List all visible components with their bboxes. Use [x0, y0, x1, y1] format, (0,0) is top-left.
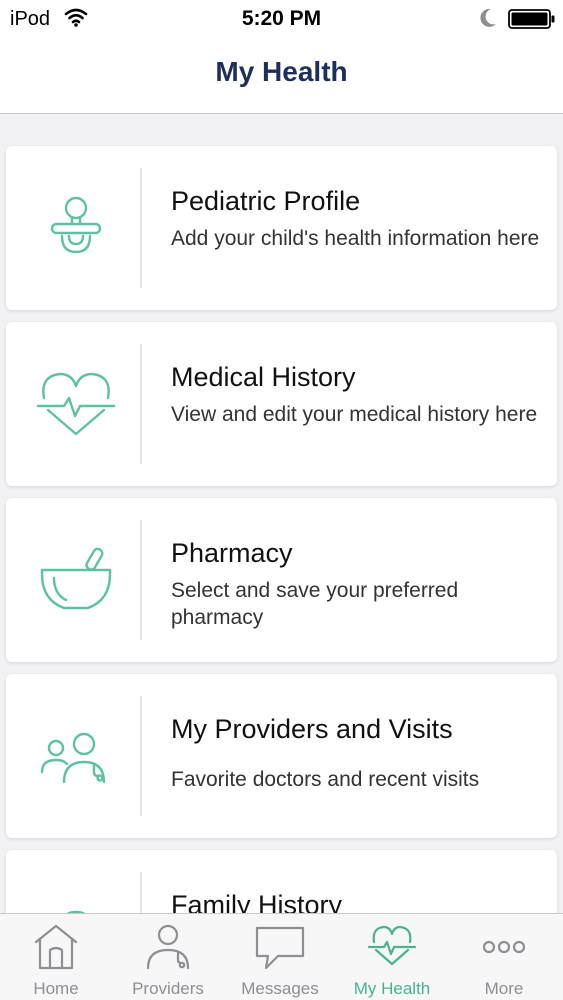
heart-pulse-icon	[364, 922, 420, 972]
providers-icon	[140, 922, 196, 972]
providers-icon	[34, 714, 118, 798]
card-divider	[140, 872, 142, 913]
tab-more[interactable]: More	[448, 914, 560, 1000]
card-divider	[140, 344, 142, 464]
tab-providers[interactable]: Providers	[112, 914, 224, 1000]
status-bar: iPod 5:20 PM	[0, 0, 563, 40]
card-description: Select and save your preferred pharmacy	[171, 579, 459, 629]
tab-label: Messages	[241, 979, 319, 998]
mortar-pestle-icon	[34, 538, 118, 622]
card-my-providers-and-visits[interactable]: My Providers and Visits Favorite doctors…	[6, 674, 557, 838]
card-title: Medical History	[171, 362, 356, 392]
page-title: My Health	[215, 56, 348, 87]
card-medical-history[interactable]: Medical History View and edit your medic…	[6, 322, 557, 486]
card-description: View and edit your medical history here	[171, 403, 538, 426]
tab-label: More	[484, 979, 524, 998]
card-title: Pharmacy	[171, 538, 293, 568]
pacifier-icon	[34, 186, 118, 270]
card-divider	[140, 520, 142, 640]
messages-icon	[252, 922, 308, 972]
health-menu-list[interactable]: Pediatric Profile Add your child's healt…	[0, 115, 563, 913]
card-title: My Providers and Visits	[171, 714, 453, 744]
card-title: Family History	[171, 890, 343, 913]
more-icon	[476, 922, 532, 972]
tab-label: Providers	[132, 979, 204, 998]
tab-bar: Home Providers Messages My Health More	[0, 913, 563, 1000]
battery-icon	[508, 9, 556, 34]
card-pediatric-profile[interactable]: Pediatric Profile Add your child's healt…	[6, 146, 557, 310]
heart-pulse-icon	[34, 362, 118, 446]
tab-label: Home	[33, 979, 79, 998]
card-description: Add your child's health information here	[171, 227, 540, 250]
navigation-bar: My Health	[0, 40, 563, 114]
card-pharmacy[interactable]: Pharmacy Select and save your preferred …	[6, 498, 557, 662]
tab-label: My Health	[353, 979, 431, 998]
moon-icon	[478, 7, 498, 34]
card-title: Pediatric Profile	[171, 186, 361, 216]
card-family-history[interactable]: Family History	[6, 850, 557, 913]
card-divider	[140, 696, 142, 816]
card-divider	[140, 168, 142, 288]
tab-home[interactable]: Home	[0, 914, 112, 1000]
home-icon	[28, 922, 84, 972]
tab-messages[interactable]: Messages	[224, 914, 336, 1000]
family-tree-icon	[34, 890, 118, 913]
card-description: Favorite doctors and recent visits	[171, 768, 480, 791]
tab-my-health[interactable]: My Health	[336, 914, 448, 1000]
